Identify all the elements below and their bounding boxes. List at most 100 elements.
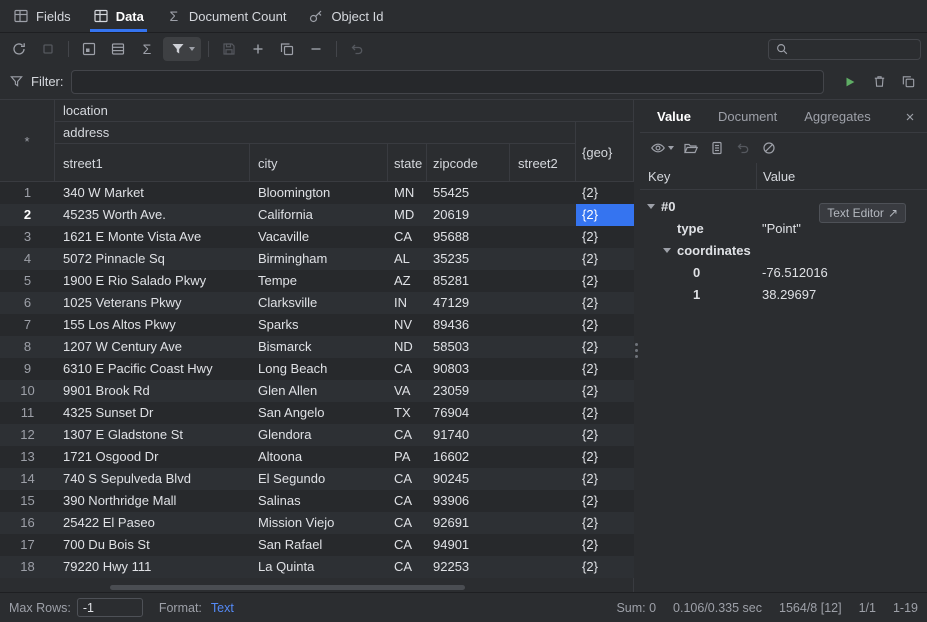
column-header-geo[interactable]: {geo}	[576, 122, 634, 182]
max-rows-input[interactable]	[77, 598, 143, 617]
cell-geo[interactable]: {2}	[576, 270, 634, 292]
cell-city[interactable]: Bloomington	[250, 182, 388, 204]
text-editor-button[interactable]: Text Editor ↗	[819, 203, 906, 223]
cell-street1[interactable]: 155 Los Altos Pkwy	[55, 314, 250, 336]
open-file-button[interactable]	[680, 137, 702, 159]
cell-state[interactable]: ND	[388, 336, 427, 358]
cell-geo[interactable]: {2}	[576, 336, 634, 358]
column-header-state[interactable]: state	[388, 144, 427, 182]
cell-zipcode[interactable]: 55425	[427, 182, 510, 204]
value-column-header[interactable]: Value	[756, 163, 927, 189]
cell-city[interactable]: Altoona	[250, 446, 388, 468]
cell-city[interactable]: La Quinta	[250, 556, 388, 578]
cell-geo[interactable]: {2}	[576, 226, 634, 248]
cell-zipcode[interactable]: 85281	[427, 270, 510, 292]
cell-city[interactable]: Sparks	[250, 314, 388, 336]
cell-street2[interactable]	[510, 248, 576, 270]
tree-value[interactable]: -76.512016	[756, 265, 828, 280]
cell-geo[interactable]: {2}	[576, 380, 634, 402]
tab-document-count[interactable]: Σ Document Count	[155, 0, 298, 32]
cell-city[interactable]: Salinas	[250, 490, 388, 512]
cell-street2[interactable]	[510, 182, 576, 204]
filter-input[interactable]	[71, 70, 825, 94]
cell-city[interactable]: Glen Allen	[250, 380, 388, 402]
undo-button[interactable]	[344, 37, 370, 61]
column-header-street2[interactable]: street2	[510, 144, 576, 182]
cell-zipcode[interactable]: 90803	[427, 358, 510, 380]
cell-zipcode[interactable]: 95688	[427, 226, 510, 248]
cell-street2[interactable]	[510, 490, 576, 512]
cell-street1[interactable]: 1721 Osgood Dr	[55, 446, 250, 468]
cell-geo[interactable]: {2}	[576, 402, 634, 424]
cell-street1[interactable]: 340 W Market	[55, 182, 250, 204]
cell-state[interactable]: CA	[388, 556, 427, 578]
cell-street2[interactable]	[510, 380, 576, 402]
cell-geo[interactable]: {2}	[576, 424, 634, 446]
cell-street1[interactable]: 79220 Hwy 111	[55, 556, 250, 578]
cell-state[interactable]: NV	[388, 314, 427, 336]
row-number[interactable]: 8	[0, 336, 55, 358]
cell-state[interactable]: CA	[388, 468, 427, 490]
cell-state[interactable]: CA	[388, 226, 427, 248]
refresh-button[interactable]	[6, 37, 32, 61]
row-number[interactable]: 16	[0, 512, 55, 534]
cell-city[interactable]: El Segundo	[250, 468, 388, 490]
cell-street2[interactable]	[510, 534, 576, 556]
cell-state[interactable]: AZ	[388, 270, 427, 292]
cell-city[interactable]: Bismarck	[250, 336, 388, 358]
tab-fields[interactable]: Fields	[2, 0, 82, 32]
tab-document[interactable]: Document	[718, 109, 777, 124]
tree-value[interactable]: 38.29697	[756, 287, 816, 302]
close-panel-button[interactable]	[901, 108, 919, 126]
chevron-down-icon[interactable]	[647, 204, 655, 209]
paste-document-button[interactable]	[706, 137, 728, 159]
cell-street1[interactable]: 6310 E Pacific Coast Hwy	[55, 358, 250, 380]
cell-street2[interactable]	[510, 402, 576, 424]
cell-street2[interactable]	[510, 270, 576, 292]
cell-geo[interactable]: {2}	[576, 248, 634, 270]
row-number[interactable]: 4	[0, 248, 55, 270]
row-number[interactable]: 2	[0, 204, 55, 226]
cell-state[interactable]: IN	[388, 292, 427, 314]
cell-geo[interactable]: {2}	[576, 556, 634, 578]
cell-zipcode[interactable]: 16602	[427, 446, 510, 468]
add-row-button[interactable]	[245, 37, 271, 61]
row-number[interactable]: 17	[0, 534, 55, 556]
cell-zipcode[interactable]: 91740	[427, 424, 510, 446]
cell-city[interactable]: Glendora	[250, 424, 388, 446]
cell-street2[interactable]	[510, 226, 576, 248]
corner-header[interactable]: *	[0, 100, 55, 182]
revert-value-button[interactable]	[732, 137, 754, 159]
column-header-address[interactable]: address	[55, 122, 576, 144]
copy-filter-button[interactable]	[897, 71, 919, 93]
row-number[interactable]: 10	[0, 380, 55, 402]
cell-zipcode[interactable]: 23059	[427, 380, 510, 402]
cell-street2[interactable]	[510, 446, 576, 468]
cell-street2[interactable]	[510, 512, 576, 534]
cell-street1[interactable]: 1207 W Century Ave	[55, 336, 250, 358]
view-rows-button[interactable]	[105, 37, 131, 61]
tree-row[interactable]: 138.29697	[640, 283, 927, 305]
cell-street1[interactable]: 1307 E Gladstone St	[55, 424, 250, 446]
key-column-header[interactable]: Key	[640, 169, 756, 184]
cell-street2[interactable]	[510, 358, 576, 380]
cell-geo[interactable]: {2}	[576, 446, 634, 468]
cell-zipcode[interactable]: 58503	[427, 336, 510, 358]
cell-geo[interactable]: {2}	[576, 314, 634, 336]
cell-geo[interactable]: {2}	[576, 468, 634, 490]
cell-city[interactable]: California	[250, 204, 388, 226]
tree-row[interactable]: coordinates	[640, 239, 927, 261]
cell-street1[interactable]: 45235 Worth Ave.	[55, 204, 250, 226]
cell-geo[interactable]: {2}	[576, 490, 634, 512]
aggregate-button[interactable]: Σ	[134, 37, 160, 61]
row-number[interactable]: 6	[0, 292, 55, 314]
cell-zipcode[interactable]: 92253	[427, 556, 510, 578]
row-number[interactable]: 9	[0, 358, 55, 380]
row-number[interactable]: 12	[0, 424, 55, 446]
column-header-location[interactable]: location	[55, 100, 634, 122]
tab-object-id[interactable]: Object Id	[297, 0, 394, 32]
row-number[interactable]: 18	[0, 556, 55, 578]
cell-state[interactable]: CA	[388, 490, 427, 512]
tree-value[interactable]: "Point"	[756, 221, 801, 236]
cell-state[interactable]: VA	[388, 380, 427, 402]
